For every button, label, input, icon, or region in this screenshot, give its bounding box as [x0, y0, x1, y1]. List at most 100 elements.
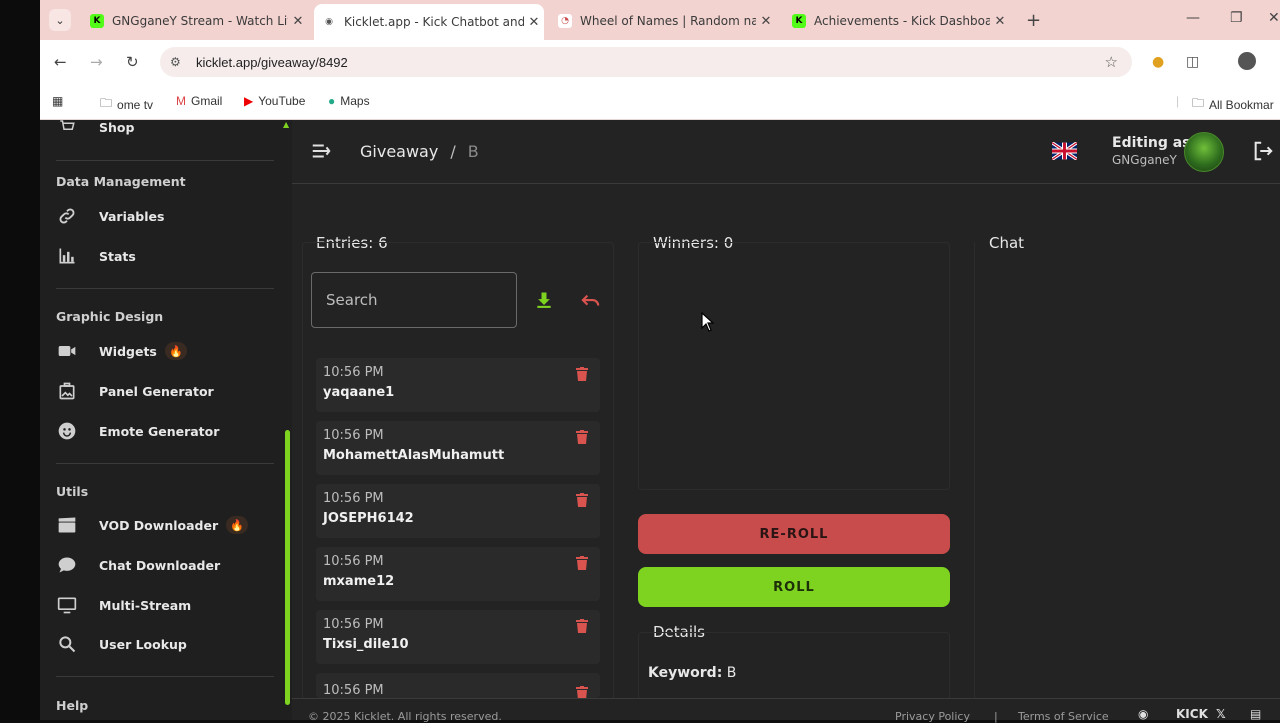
forward-arrow-icon[interactable]: →	[90, 53, 103, 71]
bookmark-gmail[interactable]: M Gmail	[176, 94, 222, 108]
browser-chrome: ⌄ K GNGganeY Stream - Watch Live ✕ ◉ Kic…	[40, 0, 1280, 120]
bookmark-youtube[interactable]: ▶ YouTube	[244, 94, 305, 108]
document-icon[interactable]: ▤	[1250, 707, 1261, 721]
restore-button[interactable]: ❐	[1230, 10, 1243, 26]
privacy-link[interactable]: Privacy Policy	[895, 710, 970, 723]
sidebar-item-label: VOD Downloader	[99, 517, 219, 533]
scroll-up-caret-icon[interactable]: ▲	[283, 120, 289, 129]
footer-divider: |	[994, 710, 998, 723]
tab-search-dropdown[interactable]: ⌄	[49, 9, 71, 31]
reroll-button[interactable]: RE-ROLL	[638, 514, 950, 554]
bookmark-maps[interactable]: ● Maps	[328, 94, 370, 108]
section-help: Help	[56, 698, 89, 713]
extension-icon[interactable]: ●	[1152, 54, 1164, 70]
top-bar: Giveaway / B Editing as GNGganeY	[292, 120, 1280, 184]
section-utils: Utils	[56, 484, 89, 499]
reload-icon[interactable]: ↻	[126, 53, 139, 71]
folder-icon: 🗀	[100, 96, 113, 110]
logout-icon[interactable]	[1252, 140, 1274, 162]
kick-link[interactable]: KICK	[1176, 707, 1208, 721]
breadcrumb-giveaway[interactable]: Giveaway	[360, 142, 438, 161]
bar-chart-icon	[56, 245, 78, 267]
tab-kicklet[interactable]: ◉ Kicklet.app - Kick Chatbot and C ✕	[314, 4, 544, 40]
list-item: 10:56 PM yaqaane1	[316, 358, 600, 412]
close-tab-icon[interactable]: ✕	[756, 14, 776, 29]
search-icon	[56, 633, 78, 655]
sidebar: ▲ Shop Data Management Variables Stats G…	[40, 120, 292, 720]
avatar[interactable]	[1184, 132, 1224, 172]
sidebar-item-label: Stats	[99, 248, 136, 264]
tab-title: Kicklet.app - Kick Chatbot and C	[344, 15, 524, 29]
sidebar-item-panel-generator[interactable]: Panel Generator	[56, 377, 276, 405]
close-tab-icon[interactable]: ✕	[288, 14, 308, 29]
apps-grid-icon[interactable]: ▦	[52, 94, 63, 108]
extensions-puzzle-icon[interactable]: ◫	[1186, 54, 1199, 70]
tab-title: Wheel of Names | Random nam	[580, 14, 756, 28]
tab-wheel-of-names[interactable]: ◔ Wheel of Names | Random nam ✕	[550, 6, 776, 36]
smiley-icon	[56, 420, 78, 442]
menu-toggle-icon[interactable]	[310, 140, 332, 162]
back-arrow-icon[interactable]: ←	[54, 53, 67, 71]
entry-name: JOSEPH6142	[323, 511, 414, 526]
keyword-line: Keyword: B	[648, 665, 736, 681]
trash-icon[interactable]	[576, 429, 588, 444]
uk-flag-icon[interactable]	[1051, 141, 1078, 161]
discord-icon[interactable]: ◉	[1138, 707, 1148, 721]
trash-icon[interactable]	[576, 492, 588, 507]
undo-icon[interactable]	[580, 292, 602, 310]
chat-bubble-icon	[56, 554, 78, 576]
sidebar-item-vod-downloader[interactable]: VOD Downloader 🔥	[56, 511, 276, 539]
bookmark-ome-tv[interactable]: 🗀 ome tv	[100, 94, 153, 115]
tab-title: GNGganeY Stream - Watch Live	[112, 14, 288, 28]
sidebar-item-multi-stream[interactable]: Multi-Stream	[56, 591, 276, 619]
sidebar-item-label: Variables	[99, 208, 165, 224]
sidebar-item-chat-downloader[interactable]: Chat Downloader	[56, 551, 276, 579]
sidebar-item-emote-generator[interactable]: Emote Generator	[56, 417, 276, 445]
search-input[interactable]: Search	[311, 272, 517, 328]
close-window-button[interactable]: ✕	[1268, 10, 1280, 26]
kick-favicon-icon: K	[90, 14, 104, 28]
trash-icon[interactable]	[576, 366, 588, 381]
footer: © 2025 Kicklet. All rights reserved. Pri…	[292, 698, 1280, 723]
x-twitter-icon[interactable]: 𝕏	[1216, 707, 1226, 721]
mouse-cursor-icon	[701, 311, 715, 332]
breadcrumb-current: B	[467, 142, 479, 161]
download-icon[interactable]	[534, 290, 554, 310]
terms-link[interactable]: Terms of Service	[1018, 710, 1109, 723]
address-bar[interactable]: ⚙ kicklet.app/giveaway/8492 ☆	[160, 47, 1132, 77]
fire-icon: 🔥	[226, 516, 249, 534]
keyword-value: B	[726, 665, 737, 681]
youtube-icon: ▶	[244, 94, 254, 108]
tab-achievements[interactable]: K Achievements - Kick Dashboard ✕	[784, 6, 1010, 36]
profile-avatar[interactable]	[1238, 52, 1256, 70]
url-text: kicklet.app/giveaway/8492	[196, 54, 348, 70]
entry-time: 10:56 PM	[323, 617, 384, 632]
monitor-icon	[56, 594, 78, 616]
all-bookmarks[interactable]: 🗀 All Bookmar	[1192, 94, 1274, 115]
sidebar-item-label: Shop	[99, 120, 135, 135]
close-tab-icon[interactable]: ✕	[990, 14, 1010, 29]
sidebar-item-variables[interactable]: Variables	[56, 202, 276, 230]
kick-favicon-icon: K	[792, 14, 806, 28]
sidebar-item-widgets[interactable]: Widgets 🔥	[56, 337, 276, 365]
new-tab-button[interactable]: +	[1026, 10, 1041, 31]
trash-icon[interactable]	[576, 555, 588, 570]
trash-icon[interactable]	[576, 685, 588, 698]
kicklet-favicon-icon: ◉	[322, 15, 336, 29]
entry-time: 10:56 PM	[323, 683, 384, 698]
site-settings-icon[interactable]: ⚙	[170, 55, 190, 69]
sidebar-item-stats[interactable]: Stats	[56, 242, 276, 270]
sidebar-item-shop[interactable]: Shop	[56, 120, 276, 141]
sidebar-item-label: Multi-Stream	[99, 597, 192, 613]
trash-icon[interactable]	[576, 618, 588, 633]
sidebar-divider	[56, 288, 274, 289]
roll-button[interactable]: ROLL	[638, 567, 950, 607]
editing-user: GNGganeY	[1112, 153, 1177, 167]
sidebar-scrollbar[interactable]	[285, 430, 290, 705]
bookmark-star-icon[interactable]: ☆	[1105, 53, 1118, 71]
tab-strip: ⌄ K GNGganeY Stream - Watch Live ✕ ◉ Kic…	[40, 0, 1280, 40]
minimize-button[interactable]: —	[1186, 10, 1200, 26]
close-tab-icon[interactable]: ✕	[524, 15, 544, 30]
tab-gngganey-stream[interactable]: K GNGganeY Stream - Watch Live ✕	[82, 6, 308, 36]
sidebar-item-user-lookup[interactable]: User Lookup	[56, 630, 276, 658]
